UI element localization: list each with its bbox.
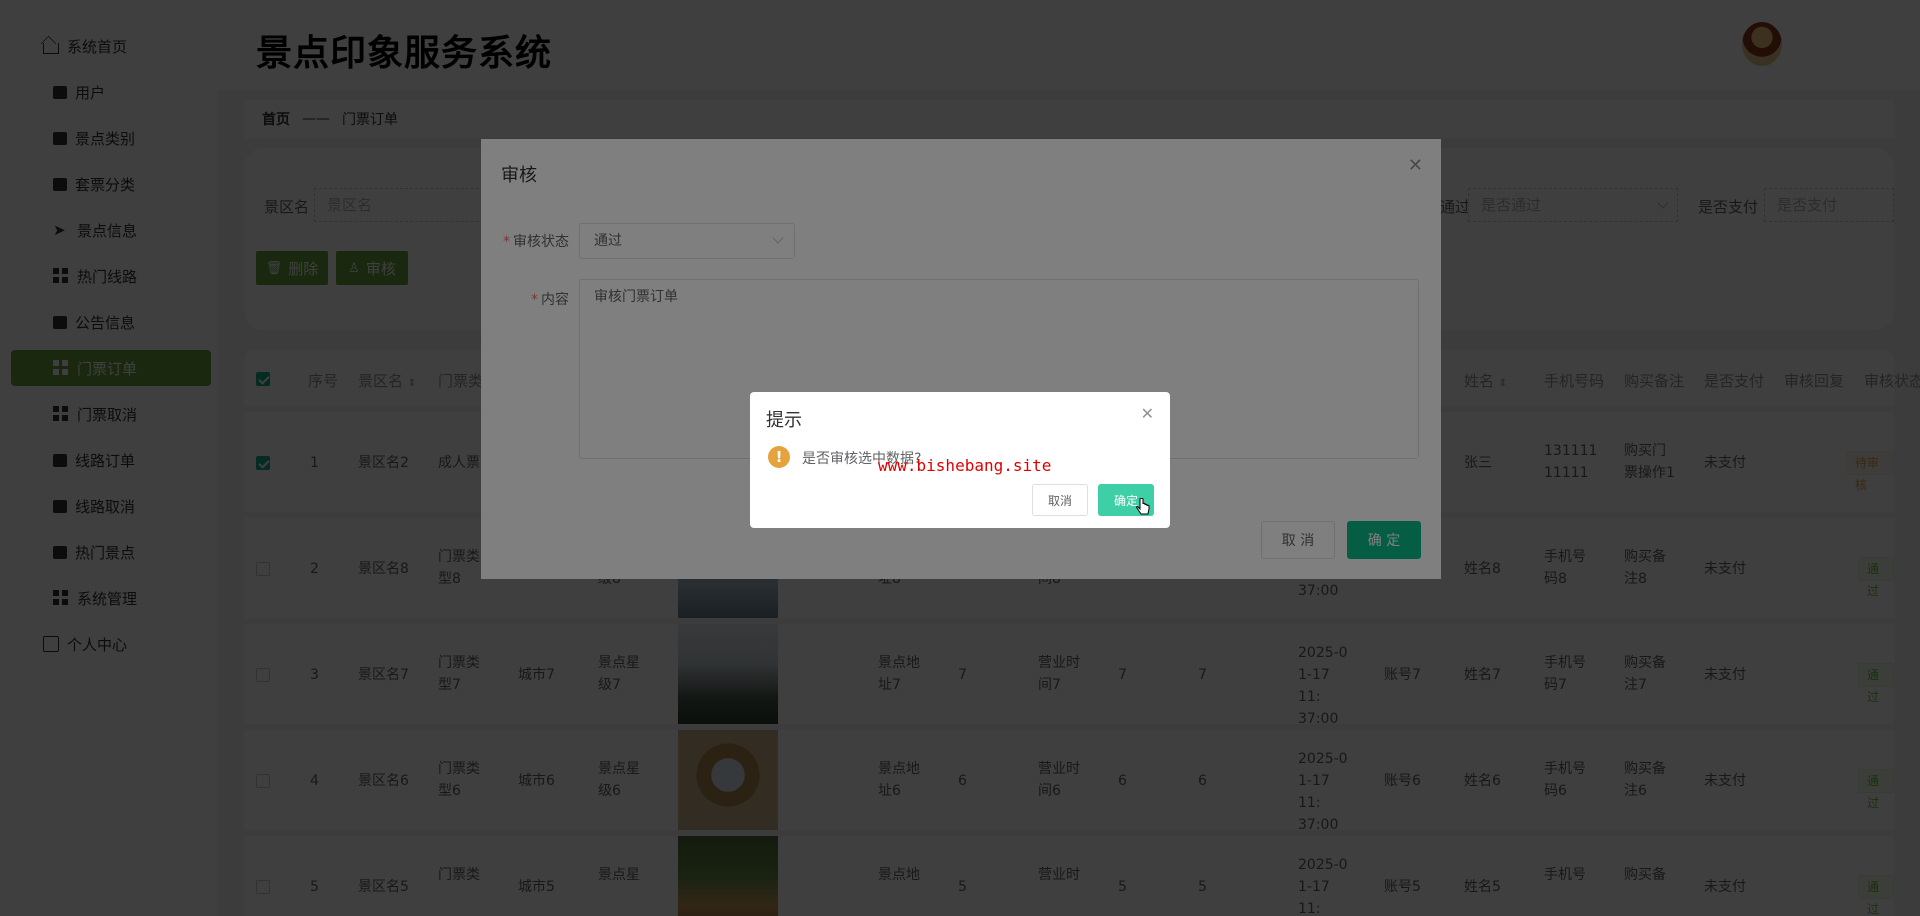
message-cancel-button[interactable]: 取消 — [1032, 484, 1088, 516]
warning-icon: ! — [768, 446, 790, 468]
close-icon[interactable]: ✕ — [1141, 404, 1154, 423]
message-box-title: 提示 — [766, 410, 802, 431]
hand-cursor-icon — [1136, 498, 1150, 515]
watermark-text: www.bishebang.site — [878, 456, 1052, 475]
